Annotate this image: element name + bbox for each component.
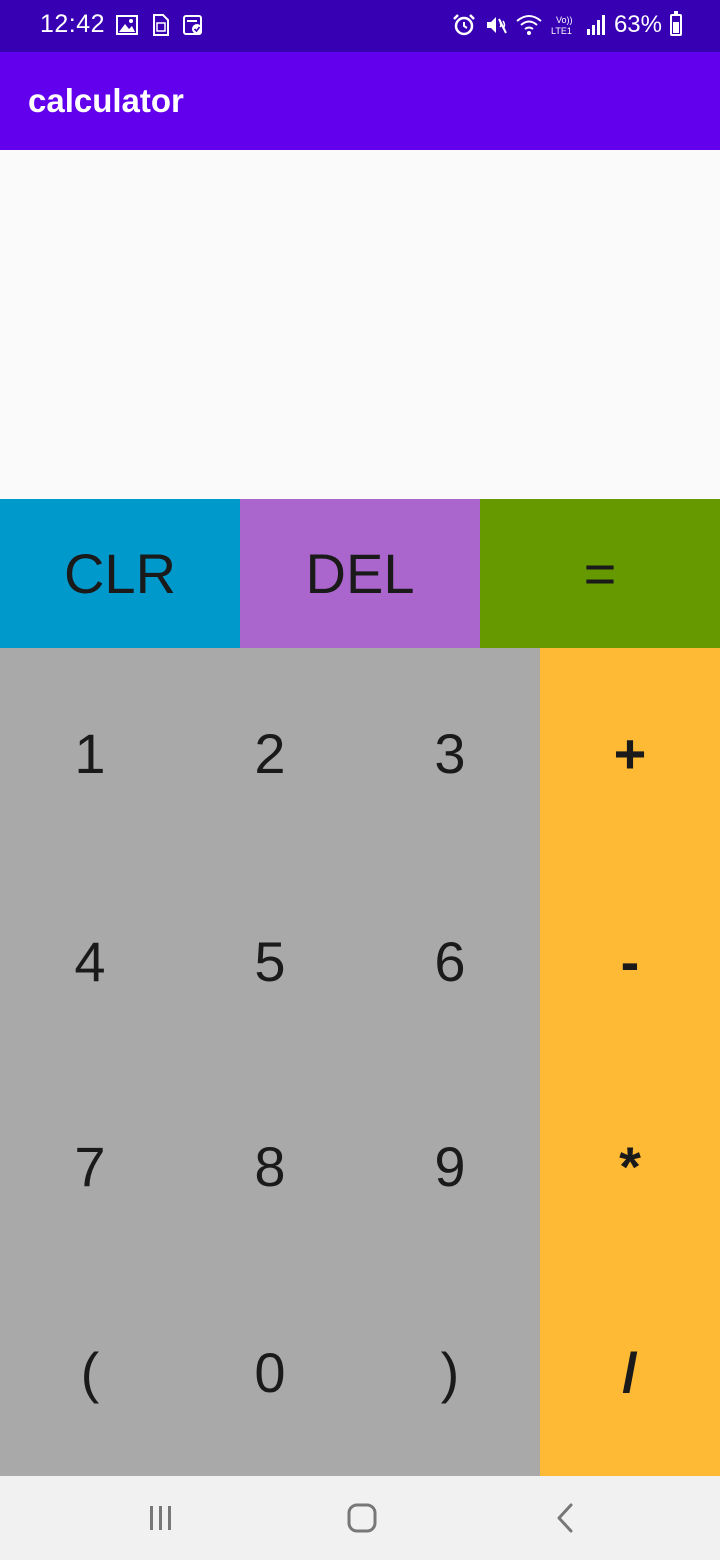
calculator-display: [0, 150, 720, 499]
key-8[interactable]: 8: [180, 1064, 360, 1269]
svg-text:LTE1: LTE1: [551, 26, 572, 36]
status-bar: 12:42 Vo)) LTE1 63%: [0, 0, 720, 52]
signal-icon: [586, 15, 605, 35]
plus-button[interactable]: +: [540, 648, 720, 859]
recent-apps-icon[interactable]: [141, 1502, 181, 1534]
battery-icon: [670, 11, 682, 36]
svg-text:Vo)): Vo)): [556, 15, 573, 25]
app-bar: calculator: [0, 52, 720, 150]
key-7[interactable]: 7: [0, 1064, 180, 1269]
clear-button[interactable]: CLR: [0, 499, 240, 648]
minus-button[interactable]: -: [540, 859, 720, 1064]
sim-toolkit-icon: [153, 14, 169, 36]
equals-button[interactable]: =: [480, 499, 720, 648]
mute-icon: [486, 17, 507, 34]
keypad: 1 2 3 + 4 5 6 - 7 8 9 * ( 0 ) /: [0, 648, 720, 1476]
close-paren-button[interactable]: ): [360, 1269, 540, 1476]
back-icon[interactable]: [545, 1502, 585, 1534]
key-2[interactable]: 2: [180, 648, 360, 859]
gallery-icon: [116, 15, 138, 35]
battery-percentage: 63%: [613, 11, 662, 38]
key-4[interactable]: 4: [0, 859, 180, 1064]
volte-icon: Vo)) LTE1: [551, 15, 573, 36]
key-3[interactable]: 3: [360, 648, 540, 859]
clipboard-check-icon: [183, 15, 202, 35]
key-1[interactable]: 1: [0, 648, 180, 859]
key-9[interactable]: 9: [360, 1064, 540, 1269]
app-title: calculator: [28, 82, 184, 119]
wifi-icon: [516, 15, 542, 35]
key-5[interactable]: 5: [180, 859, 360, 1064]
open-paren-button[interactable]: (: [0, 1269, 180, 1476]
delete-button[interactable]: DEL: [240, 499, 480, 648]
divide-button[interactable]: /: [540, 1269, 720, 1476]
status-notification-icons: [116, 14, 204, 36]
status-system-icons: Vo)) LTE1 63%: [452, 11, 682, 39]
alarm-icon: [453, 14, 475, 36]
key-0[interactable]: 0: [180, 1269, 360, 1476]
navigation-bar: [0, 1476, 720, 1560]
function-row: CLR DEL =: [0, 499, 720, 648]
key-6[interactable]: 6: [360, 859, 540, 1064]
home-icon[interactable]: [342, 1502, 382, 1534]
multiply-button[interactable]: *: [540, 1064, 720, 1269]
status-time: 12:42: [40, 10, 106, 38]
